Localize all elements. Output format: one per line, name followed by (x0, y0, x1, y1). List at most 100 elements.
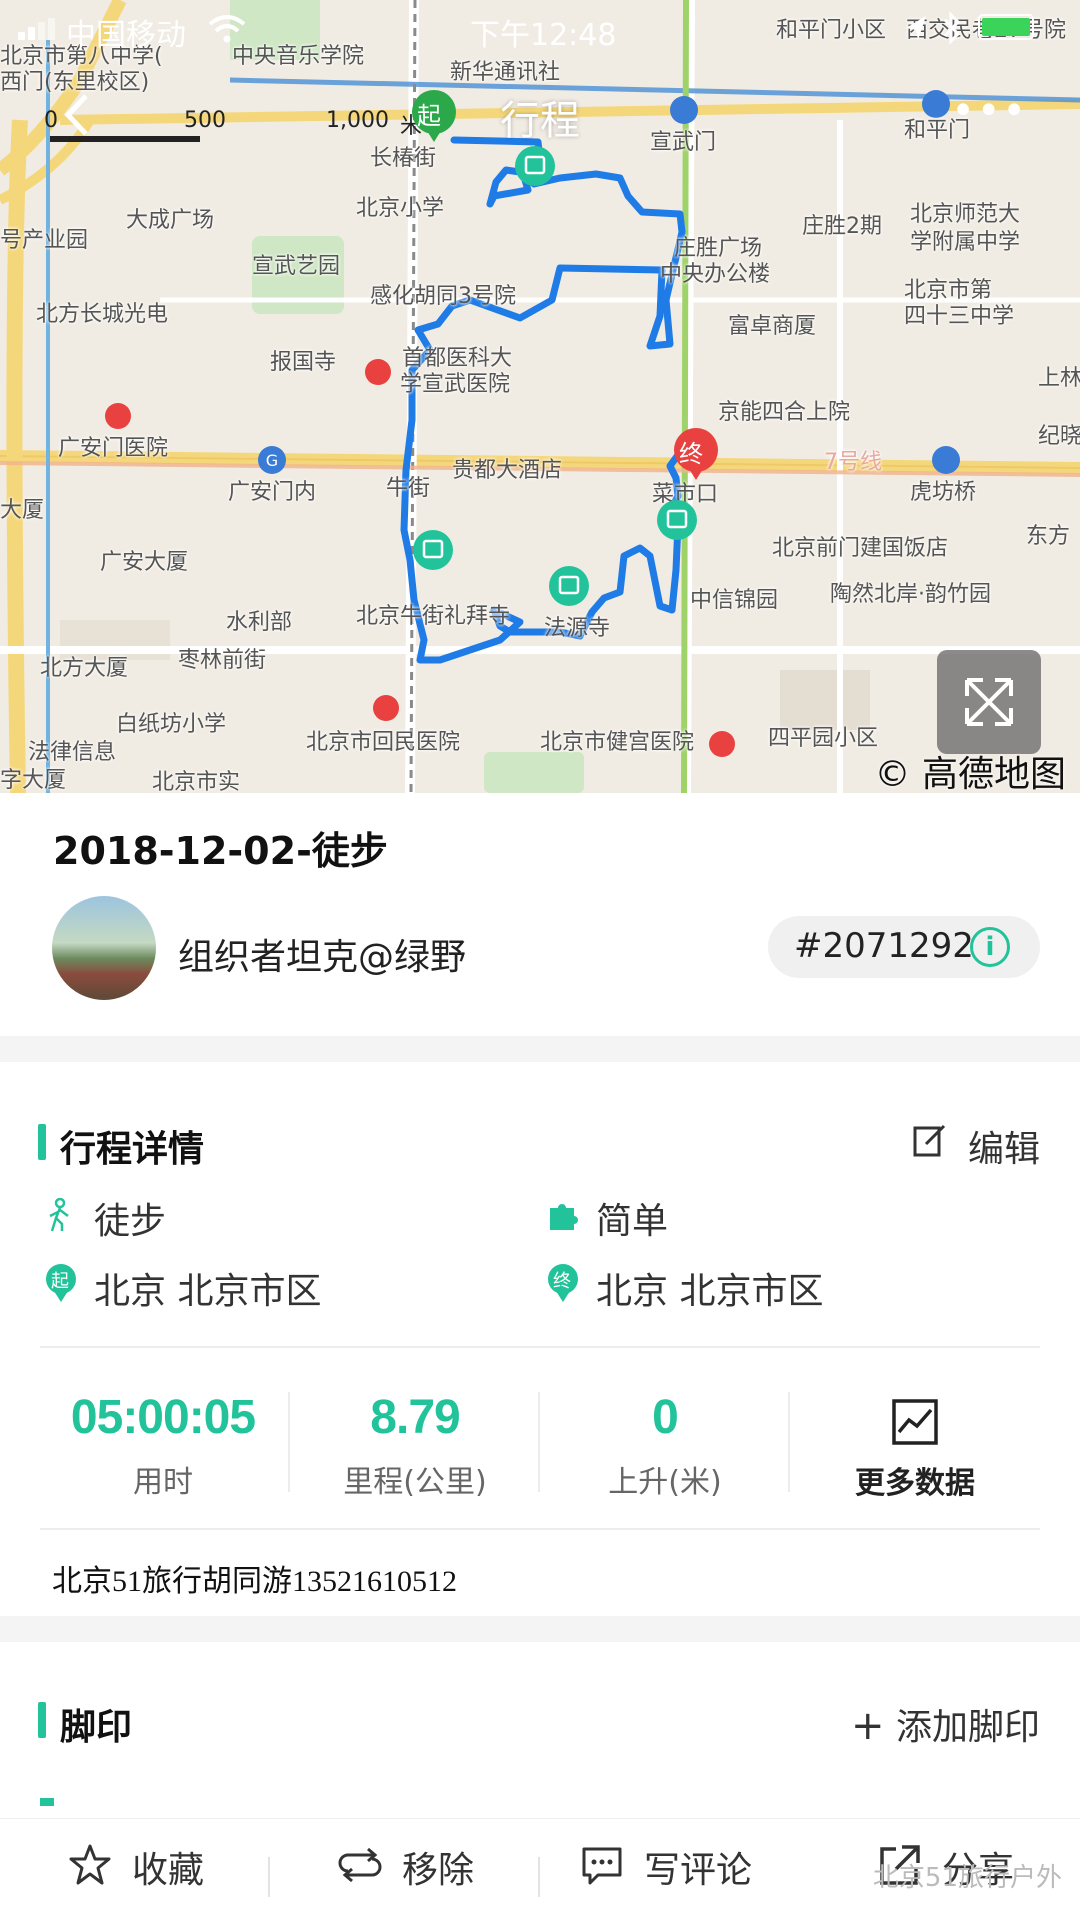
stat-ascent: 0 上升(米) (540, 1390, 790, 1501)
comment-button[interactable]: 写评论 (580, 1841, 752, 1893)
section-divider (0, 1616, 1080, 1642)
map-poi-label: 学宣武医院 (400, 372, 511, 397)
comment-icon (582, 1847, 622, 1885)
start-location-icon: 起 (44, 1264, 78, 1304)
map-poi-label: 首都医科大 (402, 346, 513, 371)
map-poi-label: 广安门内 (228, 480, 317, 505)
trip-id-badge[interactable]: #2071292 i (768, 916, 1040, 978)
map-poi-label: 纪晓 (1038, 424, 1080, 449)
divider (40, 1528, 1040, 1530)
map-poi-label: 四十三中学 (904, 304, 1015, 329)
photo-marker[interactable] (412, 530, 454, 582)
map-poi-label: 学附属中学 (910, 230, 1021, 255)
avatar[interactable] (52, 896, 156, 1000)
end-marker-text: 终 (553, 1271, 571, 1292)
map-poi-label: 北京市实 (152, 770, 241, 794)
map-poi-label: 贵都大酒店 (452, 458, 563, 483)
distance-value: 8.79 (370, 1391, 460, 1444)
expand-icon (965, 678, 1013, 726)
map-poi-label: 白纸坊小学 (116, 712, 227, 737)
map-poi-label: 大成广场 (126, 208, 215, 233)
map-poi-label: 北京师范大 (910, 202, 1021, 227)
map-poi-label: 北京市健宫医院 (540, 730, 695, 755)
edit-icon (913, 1124, 946, 1157)
duration-value: 05:00:05 (70, 1391, 256, 1444)
map-poi-label: 感化胡同3号院 (370, 284, 516, 309)
photo-marker[interactable] (514, 146, 556, 198)
map-poi-label: 大厦 (0, 498, 45, 523)
end-pin[interactable]: 终 (672, 428, 720, 486)
trip-note: 北京51旅行胡同游13521610512 (52, 1565, 457, 1598)
map-poi-label: 中央办公楼 (660, 262, 771, 287)
more-button[interactable]: ••• (951, 88, 1028, 134)
map-poi-label: 北京市回民医院 (306, 730, 461, 755)
map-poi-label: 虎坊桥 (910, 480, 977, 505)
wifi-icon (208, 15, 246, 43)
difficulty: 简单 (596, 1201, 669, 1242)
start-marker-text: 起 (51, 1271, 69, 1292)
map-poi-label: 报国寺 (270, 350, 337, 375)
fullscreen-button[interactable] (937, 650, 1041, 754)
carrier-label: 中国移动 (66, 18, 186, 53)
end-location-icon: 终 (546, 1264, 580, 1304)
swap-icon (338, 1847, 382, 1883)
timeline-marker (40, 1798, 54, 1806)
divider (40, 1346, 1040, 1348)
distance-label: 里程(公里) (343, 1465, 487, 1500)
star-icon (69, 1844, 111, 1885)
activity-type: 徒步 (94, 1201, 167, 1242)
map-poi-label: 京能四合上院 (718, 400, 851, 425)
edit-label: 编辑 (967, 1129, 1040, 1170)
svg-text:G: G (266, 451, 278, 470)
map-poi-label: 四平园小区 (768, 726, 879, 751)
location-icon (906, 16, 926, 40)
map-poi-label: 法源寺 (544, 616, 611, 641)
bluetooth-icon (943, 11, 961, 45)
stat-duration: 05:00:05 用时 (38, 1390, 288, 1501)
map-poi-label: 北京市第 (904, 278, 993, 303)
status-bar: 中国移动 下午12:48 (0, 0, 1080, 60)
duration-label: 用时 (133, 1465, 193, 1500)
map-poi-label: 上林 (1038, 366, 1080, 391)
add-footprint-button[interactable]: + 添加脚印 (851, 1698, 1040, 1750)
photo-marker[interactable] (656, 500, 698, 552)
watermark: 北京51旅行户外 (872, 1863, 1062, 1893)
map-poi-label: 富卓商厦 (728, 314, 817, 339)
route-map[interactable]: G 中国移动 下午12:48 行程 ••• 0 500 1,000 米 起 终 (0, 0, 1080, 793)
bottom-toolbar: 收藏 移除 写评论 分享 北京51旅行户外 (0, 1818, 1080, 1920)
photo-marker[interactable] (548, 566, 590, 618)
map-poi-label: 北方大厦 (40, 656, 129, 681)
map-poi-label: 牛街 (386, 476, 431, 501)
map-poi-label: 庄胜广场 (674, 236, 763, 261)
top-nav: 行程 ••• (0, 80, 1080, 150)
map-poi-label: 长椿街 (370, 146, 437, 171)
remove-button[interactable]: 移除 (338, 1841, 474, 1893)
favorite-label: 收藏 (132, 1850, 205, 1891)
edit-button[interactable]: 编辑 (913, 1120, 1040, 1172)
map-poi-label: 中信锦园 (690, 588, 779, 613)
footprint-title: 脚印 (60, 1707, 133, 1748)
battery-icon (978, 14, 1034, 40)
map-poi-label: 字大厦 (0, 768, 67, 793)
status-time: 下午12:48 (470, 18, 617, 53)
map-poi-label: 法律信息 (28, 740, 117, 765)
map-poi-label: 北京牛街礼拜寺 (356, 604, 511, 629)
map-poi-label: 广安门医院 (58, 436, 169, 461)
end-location: 北京 北京市区 (596, 1271, 824, 1312)
favorite-button[interactable]: 收藏 (68, 1841, 204, 1893)
map-poi-label: 北方长城光电 (36, 302, 169, 327)
nav-title: 行程 (500, 98, 580, 144)
map-poi-label: 水利部 (226, 610, 293, 635)
map-poi-label: 庄胜2期 (802, 214, 882, 239)
map-poi-label: 宣武艺园 (252, 254, 341, 279)
map-poi-label: 陶然北岸·韵竹园 (830, 582, 991, 607)
more-data-button[interactable]: 更多数据 (790, 1398, 1040, 1502)
map-poi-label: 枣林前街 (178, 648, 267, 673)
trip-id: #2071292 (794, 926, 974, 966)
organizer-name[interactable]: 组织者坦克@绿野 (178, 928, 466, 980)
map-poi-label: 东方 (1026, 524, 1071, 549)
more-data-label: 更多数据 (855, 1466, 975, 1501)
start-location: 北京 北京市区 (94, 1271, 322, 1312)
info-icon[interactable]: i (970, 927, 1010, 967)
map-poi-label: 号产业园 (0, 228, 89, 253)
